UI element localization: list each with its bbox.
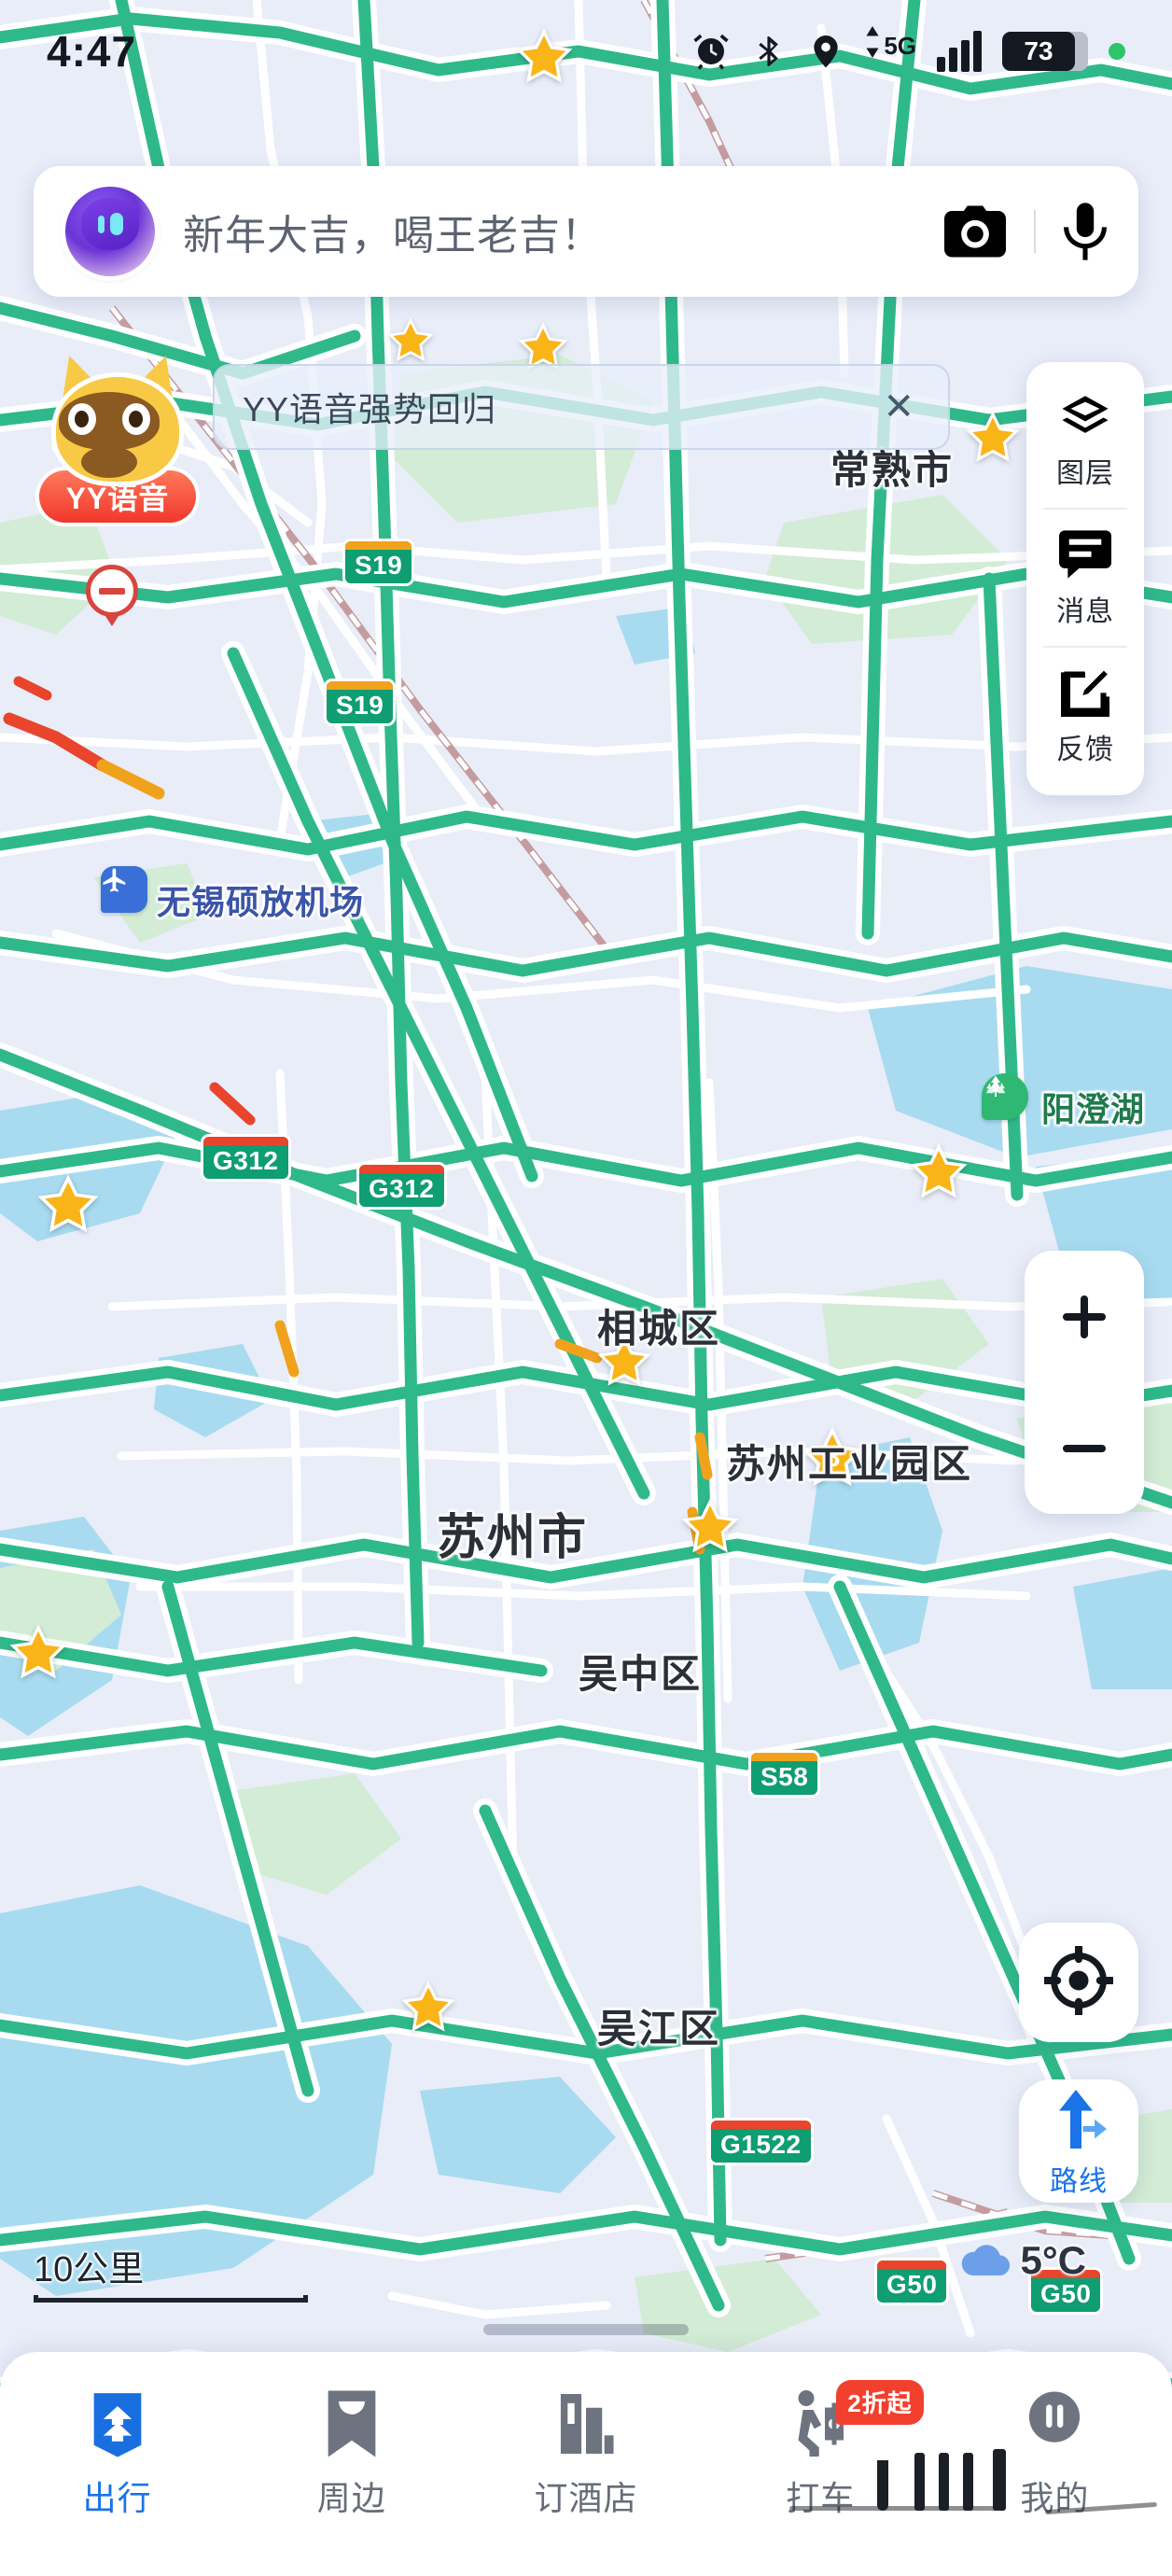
airplane-icon: [101, 866, 147, 913]
search-action-group: [944, 203, 1107, 260]
bluetooth-icon: [751, 32, 787, 71]
nearby-icon: [325, 2386, 379, 2462]
park-pin-marker[interactable]: [982, 1073, 1028, 1131]
lake-label: 阳澄湖: [1041, 1090, 1146, 1128]
feedback-icon: [1026, 668, 1144, 717]
bottom-navigation-bar: 出行 周边 订酒店 2折起 打车 我的: [0, 2352, 1172, 2576]
message-icon: [1026, 530, 1144, 579]
network-type-label: 5G: [884, 32, 916, 60]
no-entry-disc: [86, 565, 138, 617]
close-icon[interactable]: ✕: [877, 388, 920, 426]
locate-button[interactable]: [1019, 1923, 1138, 2042]
profile-icon: [1025, 2386, 1084, 2462]
road-shield-s58: S58: [751, 1753, 818, 1796]
road-shield-g312: G312: [203, 1137, 288, 1180]
road-shield-label: G50: [1040, 2279, 1092, 2308]
tool-item-layers[interactable]: 图层: [1026, 373, 1144, 508]
home-indicator[interactable]: [483, 2324, 689, 2335]
map-label-wujiang: 吴江区: [597, 2007, 721, 2051]
map-scale-line: [34, 2295, 308, 2303]
nav-item-travel[interactable]: 出行: [0, 2386, 234, 2520]
nav-item-profile[interactable]: 我的: [938, 2386, 1172, 2520]
battery-indicator: 73: [1002, 32, 1088, 71]
taxi-icon: 2折起: [788, 2380, 924, 2462]
map-label-suzhou-industrial-park: 苏州工业园区: [726, 1442, 973, 1486]
taxi-discount-badge: 2折起: [836, 2380, 924, 2425]
mascot-head-icon: [48, 349, 188, 483]
road-shield-label: G312: [213, 1146, 279, 1175]
travel-icon: [89, 2386, 146, 2462]
road-shield-label: G1522: [720, 2130, 802, 2159]
route-button-label: 路线: [1050, 2165, 1108, 2197]
network-5g-icon: 5G: [865, 26, 916, 77]
status-bar: 4:47 5G 73: [0, 0, 1172, 103]
tool-item-feedback[interactable]: 反馈: [1026, 648, 1144, 784]
road-shield-g50: G50: [877, 2261, 947, 2303]
map-label-wuzhong: 吴中区: [579, 1652, 703, 1696]
ad-banner-text: YY语音强势回归: [243, 390, 497, 428]
tool-item-layers-label: 图层: [1056, 458, 1114, 489]
map-scale-label: 10公里: [34, 2250, 145, 2289]
no-entry-sign-marker[interactable]: [86, 565, 138, 628]
crosshair-icon: [1041, 1942, 1116, 2020]
status-bar-clock: 4:47: [47, 27, 137, 76]
assistant-face-icon: [81, 198, 139, 250]
nav-item-travel-label: 出行: [82, 2479, 152, 2517]
tree-icon: [982, 1073, 1028, 1120]
minus-icon: [1063, 1427, 1106, 1470]
nav-item-hotel[interactable]: 订酒店: [468, 2386, 703, 2520]
tool-item-messages[interactable]: 消息: [1026, 510, 1144, 646]
nav-item-nearby[interactable]: 周边: [234, 2386, 468, 2520]
route-button[interactable]: 路线: [1019, 2079, 1138, 2203]
route-arrow-icon: [1045, 2089, 1112, 2156]
map-label-xiangcheng: 相城区: [597, 1307, 721, 1351]
road-shield-label: S58: [760, 1762, 809, 1791]
map-app-screen: 8 无锡硕放机场 阳澄湖 常熟市 相城区 苏州工业园区 苏州市 吴中区 吴江区 …: [0, 0, 1172, 2576]
status-bar-icons: 5G 73: [691, 26, 1125, 77]
weather-widget[interactable]: 5°C: [959, 2238, 1087, 2283]
nav-item-profile-label: 我的: [1020, 2479, 1090, 2517]
ai-assistant-avatar[interactable]: [65, 187, 155, 276]
zoom-in-button[interactable]: [1025, 1251, 1144, 1382]
nav-item-taxi-label: 打车: [786, 2479, 856, 2517]
road-shield-g1522: G1522: [711, 2121, 811, 2163]
map-label-suzhou-city: 苏州市: [437, 1511, 589, 1565]
airport-pin-marker[interactable]: [101, 866, 147, 924]
hotel-icon: [556, 2386, 616, 2462]
road-shield-s19: S19: [345, 541, 412, 584]
layers-icon: [1026, 394, 1144, 441]
nav-item-taxi[interactable]: 2折起 打车: [704, 2380, 938, 2520]
road-shield-label: S19: [336, 691, 384, 720]
road-shield-g312: G312: [359, 1165, 444, 1208]
road-shield-label: S19: [355, 551, 403, 580]
tool-item-feedback-label: 反馈: [1056, 735, 1114, 765]
search-divider: [1034, 210, 1036, 253]
search-input[interactable]: 新年大吉，喝王老吉！: [183, 202, 944, 261]
nav-item-hotel-label: 订酒店: [534, 2479, 638, 2517]
map-scale-bar: 10公里: [34, 2240, 308, 2303]
zoom-control: [1025, 1251, 1144, 1514]
map-tool-panel: 图层 消息 反馈: [1026, 362, 1144, 795]
road-shield-label: G50: [886, 2270, 938, 2299]
weather-temperature: 5°C: [1020, 2238, 1087, 2282]
nav-item-nearby-label: 周边: [316, 2479, 386, 2517]
ad-mascot[interactable]: YY语音: [39, 349, 196, 523]
camera-icon[interactable]: [944, 205, 1006, 258]
location-icon: [807, 32, 844, 71]
plus-icon: [1063, 1295, 1106, 1338]
road-shield-label: G312: [369, 1174, 435, 1203]
cloud-icon: [959, 2240, 1012, 2282]
search-bar[interactable]: 新年大吉，喝王老吉！: [34, 166, 1138, 297]
tool-item-messages-label: 消息: [1056, 596, 1114, 627]
alarm-icon: [691, 32, 731, 71]
privacy-indicator-dot: [1109, 43, 1125, 60]
microphone-icon[interactable]: [1064, 203, 1107, 260]
zoom-out-button[interactable]: [1025, 1382, 1144, 1514]
ad-banner[interactable]: YY语音强势回归 ✕: [213, 364, 950, 450]
signal-bars-icon: [937, 31, 982, 72]
airport-label: 无锡硕放机场: [157, 883, 365, 921]
battery-level-label: 73: [1002, 32, 1075, 71]
road-shield-s19: S19: [327, 681, 394, 724]
